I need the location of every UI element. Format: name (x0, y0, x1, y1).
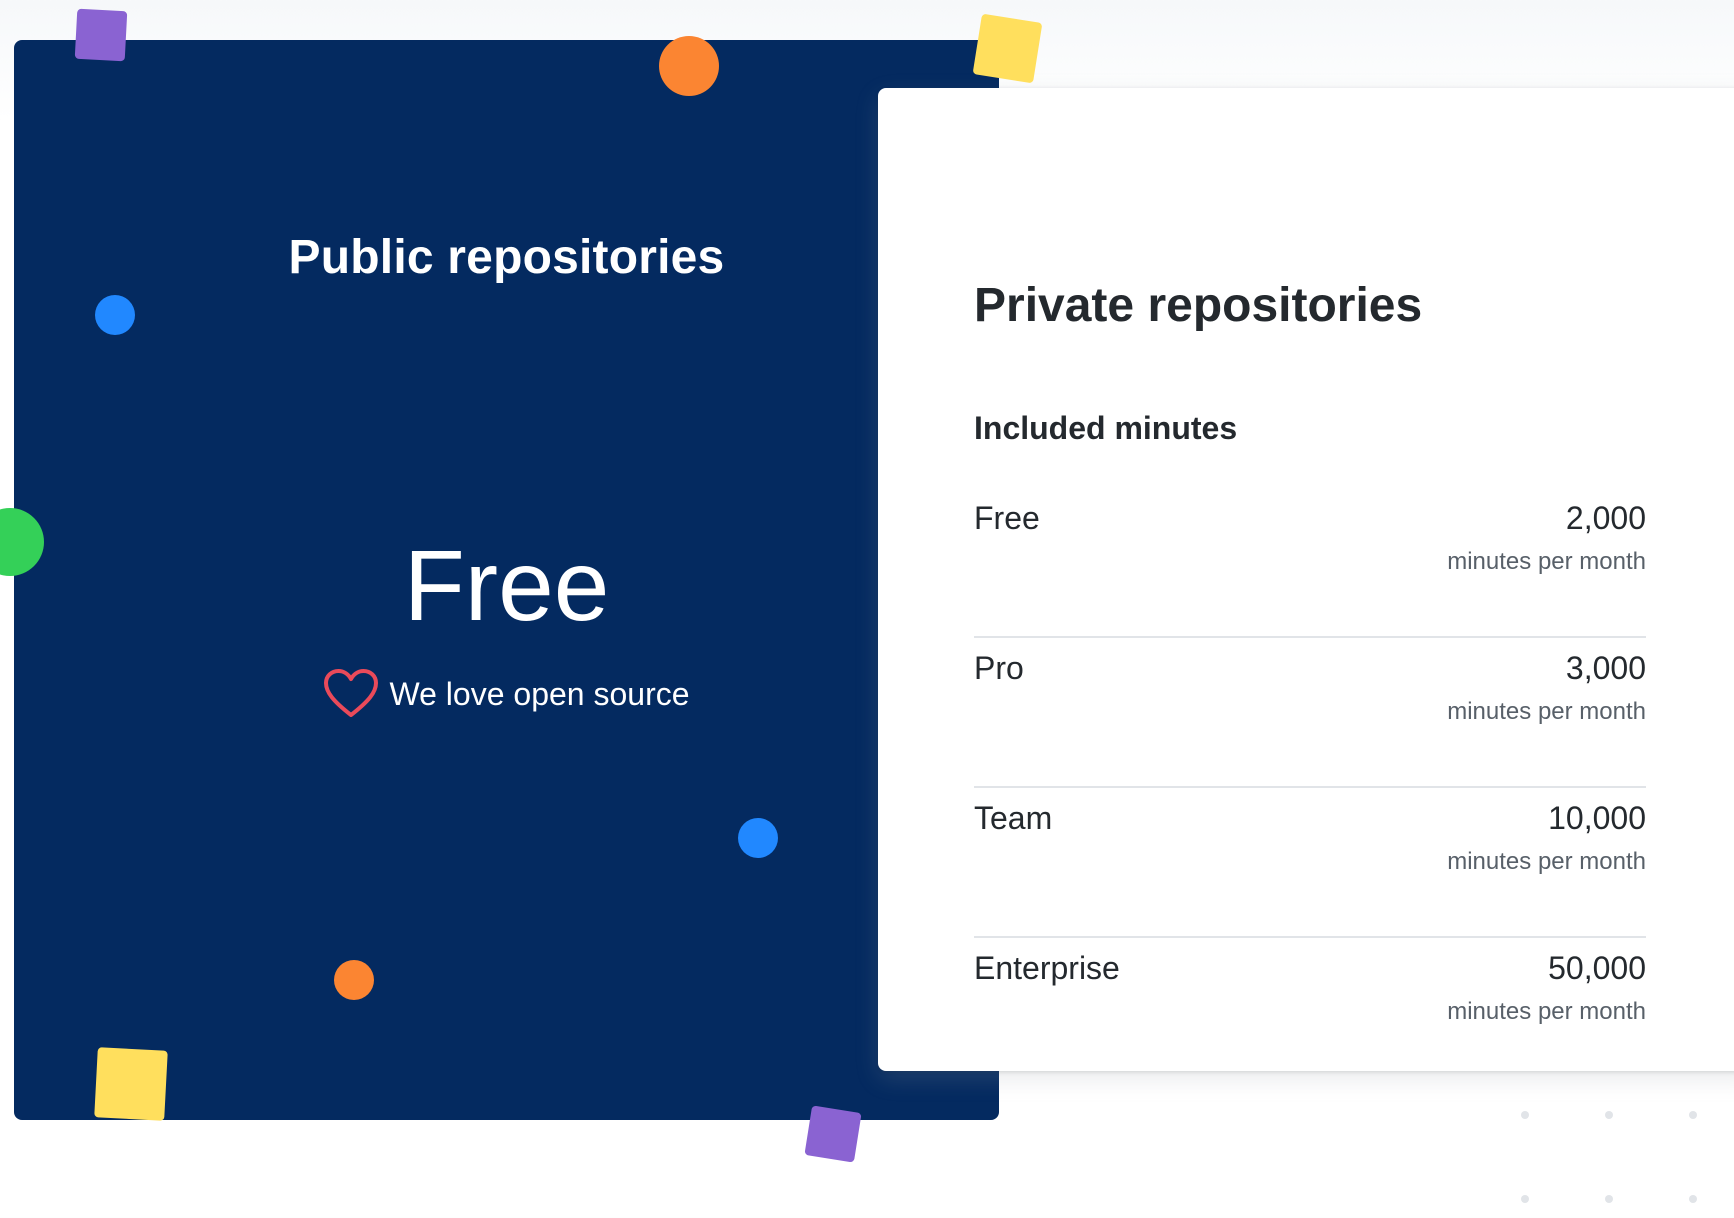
plan-minutes: 10,000 (1548, 800, 1646, 836)
plan-list: Free 2,000 minutes per month Pro 3,000 m… (974, 488, 1646, 1088)
decorative-dot (1605, 1111, 1613, 1119)
plan-minutes-unit: minutes per month (1447, 998, 1646, 1025)
plan-row-enterprise: Enterprise 50,000 minutes per month (974, 938, 1646, 1088)
plan-minutes: 3,000 (1565, 650, 1646, 686)
confetti-yellow-square (94, 1047, 168, 1121)
confetti-purple-square (74, 8, 128, 62)
plan-name: Enterprise (974, 950, 1120, 986)
plan-name: Pro (974, 650, 1024, 686)
confetti-yellow-square (972, 13, 1043, 84)
included-minutes-label: Included minutes (974, 410, 1238, 446)
plan-minutes-unit: minutes per month (1447, 548, 1646, 575)
public-repositories-card: Public repositories Free We love open so… (14, 40, 999, 1120)
decorative-dot (1521, 1195, 1529, 1203)
plan-minutes-unit: minutes per month (1447, 698, 1646, 725)
plan-row-free: Free 2,000 minutes per month (974, 488, 1646, 638)
private-card-title: Private repositories (974, 279, 1423, 332)
plan-row-pro: Pro 3,000 minutes per month (974, 638, 1646, 788)
decorative-dot (1521, 1111, 1529, 1119)
plan-row-team: Team 10,000 minutes per month (974, 788, 1646, 938)
decorative-dot (1689, 1111, 1697, 1119)
decorative-dot (1605, 1195, 1613, 1203)
plan-name: Free (974, 500, 1040, 536)
public-price: Free (403, 530, 610, 642)
confetti-blue-circle (95, 295, 135, 335)
open-source-tagline: We love open source (14, 668, 999, 720)
plan-minutes-unit: minutes per month (1447, 848, 1646, 875)
private-repositories-card: Private repositories Included minutes Fr… (878, 88, 1734, 1071)
tagline-text: We love open source (389, 675, 690, 712)
confetti-orange-circle (334, 960, 374, 1000)
confetti-blue-circle (738, 818, 778, 858)
heart-icon (324, 669, 379, 717)
public-card-title: Public repositories (288, 231, 725, 284)
confetti-orange-circle (659, 36, 719, 96)
confetti-purple-square (804, 1105, 862, 1163)
plan-minutes: 50,000 (1548, 950, 1646, 986)
plan-minutes: 2,000 (1565, 500, 1646, 536)
plan-name: Team (974, 800, 1053, 836)
decorative-dot (1689, 1195, 1697, 1203)
